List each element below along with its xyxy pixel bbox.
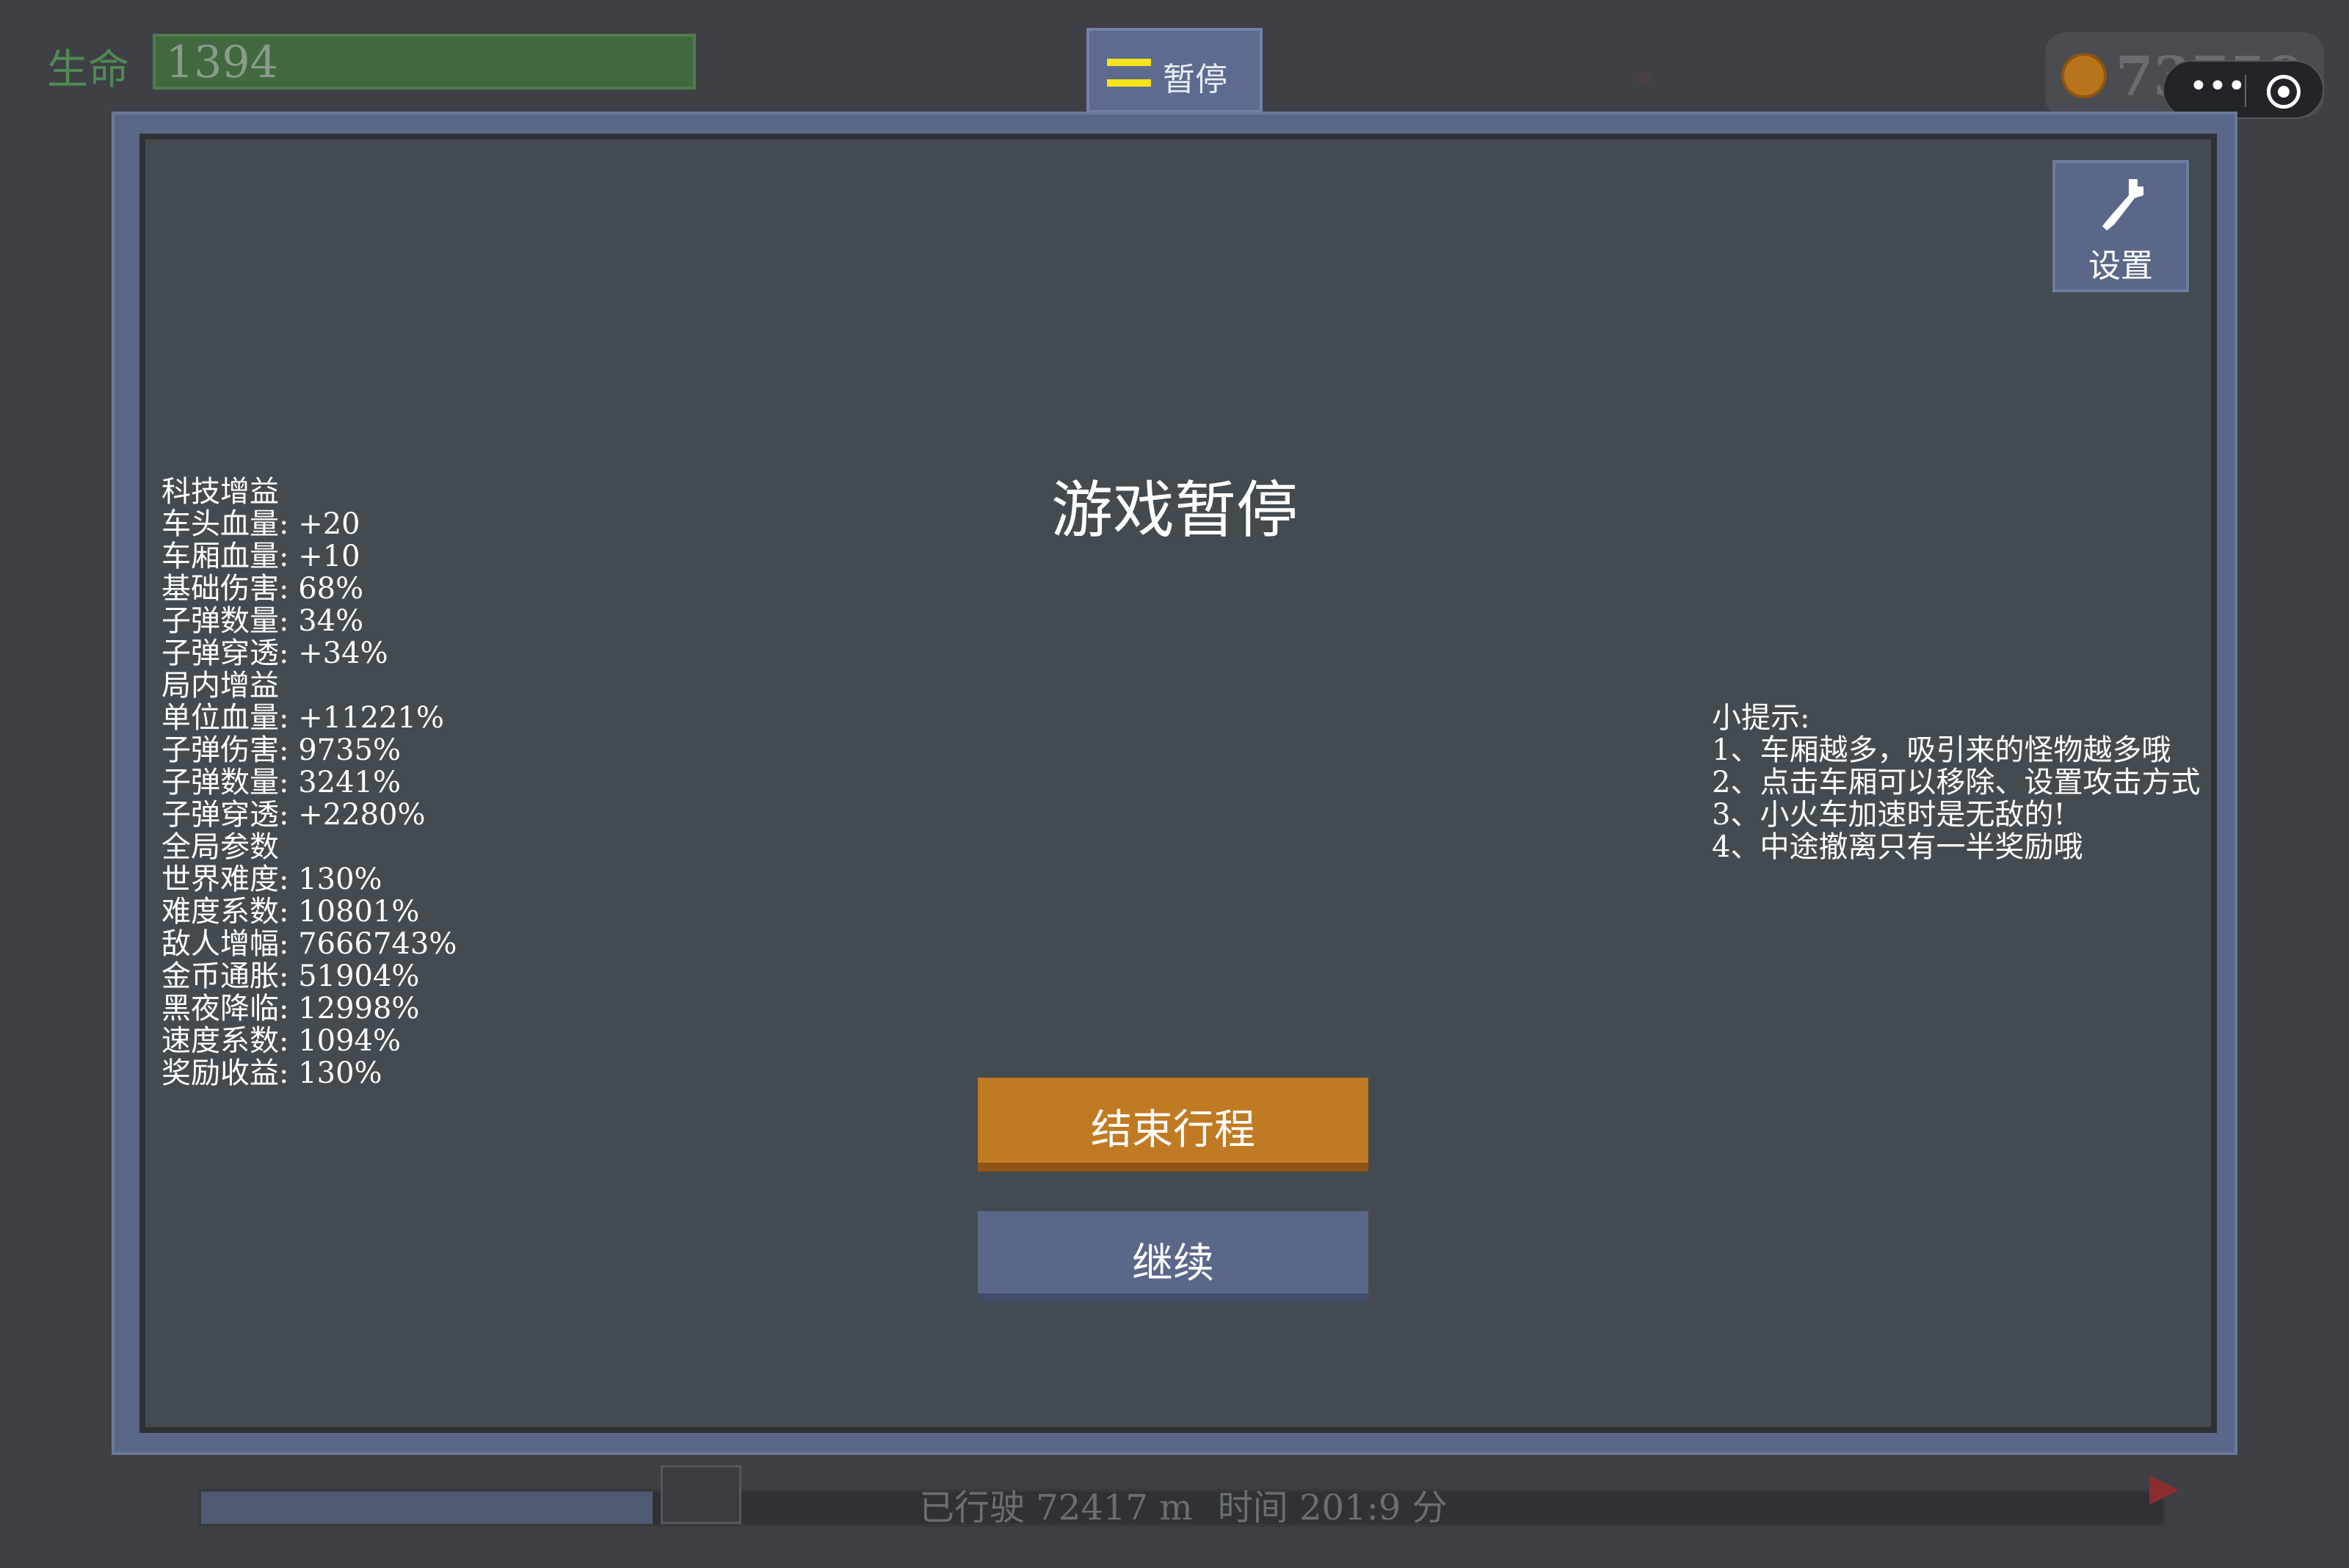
goal-flag-icon [2149, 1476, 2179, 1505]
wrench-icon [2102, 179, 2143, 231]
continue-button[interactable]: 继续 [978, 1211, 1368, 1302]
stat-line: 黑夜降临: 12998% [161, 992, 420, 1026]
capsule-divider [2245, 75, 2246, 107]
coin-icon [2061, 53, 2107, 98]
end-trip-label: 结束行程 [1091, 1106, 1255, 1154]
tip-line: 4、中途撤离只有一半奖励哦 [1712, 830, 2083, 864]
stat-line: 敌人增幅: 7666743% [161, 927, 457, 961]
train-icon [661, 1465, 741, 1524]
stat-line: 车厢血量: +10 [161, 540, 360, 573]
hp-label: 生命 [47, 46, 129, 94]
stat-line: 全局参数 [161, 830, 279, 864]
stat-line: 基础伤害: 68% [161, 572, 364, 606]
stats-list: 科技增益 车头血量: +20 车厢血量: +10 基础伤害: 68% 子弹数量: 34%… [161, 476, 457, 1089]
stat-line: 速度系数: 1094% [161, 1024, 401, 1058]
stat-line: 奖励收益: 130% [161, 1056, 382, 1090]
settings-button[interactable]: 设置 [2052, 160, 2189, 292]
hp-value: 1394 [166, 37, 278, 88]
stat-line: 子弹穿透: +2280% [161, 798, 426, 832]
stat-line: 科技增益 [161, 475, 279, 509]
pause-tab[interactable]: 暂停 [1086, 28, 1263, 113]
stat-line: 子弹伤害: 9735% [161, 733, 401, 767]
pause-label: 暂停 [1163, 61, 1227, 98]
tip-line: 3、小火车加速时是无敌的! [1712, 798, 2066, 832]
time-text: 时间 201:9 分 [1217, 1487, 1448, 1528]
tip-line: 1、车厢越多，吸引来的怪物越多哦 [1712, 733, 2171, 767]
stat-line: 局内增益 [161, 669, 279, 703]
distance-text: 已行驶 72417 m [919, 1487, 1193, 1528]
trip-progress-fill [201, 1492, 653, 1524]
tip-line: 小提示: [1712, 701, 1810, 735]
trip-info: 已行驶 72417 m 时间 201:9 分 [919, 1478, 1473, 1530]
tip-line: 2、点击车厢可以移除、设置攻击方式 [1712, 766, 2201, 799]
continue-label: 继续 [1132, 1240, 1214, 1288]
close-target-icon[interactable] [2267, 75, 2301, 109]
stat-line: 金币通胀: 51904% [161, 959, 420, 993]
stat-line: 车头血量: +20 [161, 507, 360, 541]
stat-line: 子弹数量: 3241% [161, 766, 401, 799]
settings-label: 设置 [2088, 247, 2153, 285]
stat-line: 单位血量: +11221% [161, 701, 444, 735]
miniprogram-capsule[interactable]: ••• [2163, 60, 2324, 119]
more-menu-icon[interactable]: ••• [2189, 68, 2246, 105]
stat-line: 难度系数: 10801% [161, 895, 420, 929]
stat-line: 子弹数量: 34% [161, 604, 364, 638]
end-trip-button[interactable]: 结束行程 [978, 1078, 1368, 1172]
menu-lines-icon [1107, 59, 1151, 91]
stat-line: 世界难度: 130% [161, 863, 382, 896]
tips-list: 小提示: 1、车厢越多，吸引来的怪物越多哦 2、点击车厢可以移除、设置攻击方式 3、小… [1712, 702, 2200, 863]
stat-line: 子弹穿透: +34% [161, 636, 388, 670]
pause-title: 游戏暂停 [1050, 474, 1298, 546]
